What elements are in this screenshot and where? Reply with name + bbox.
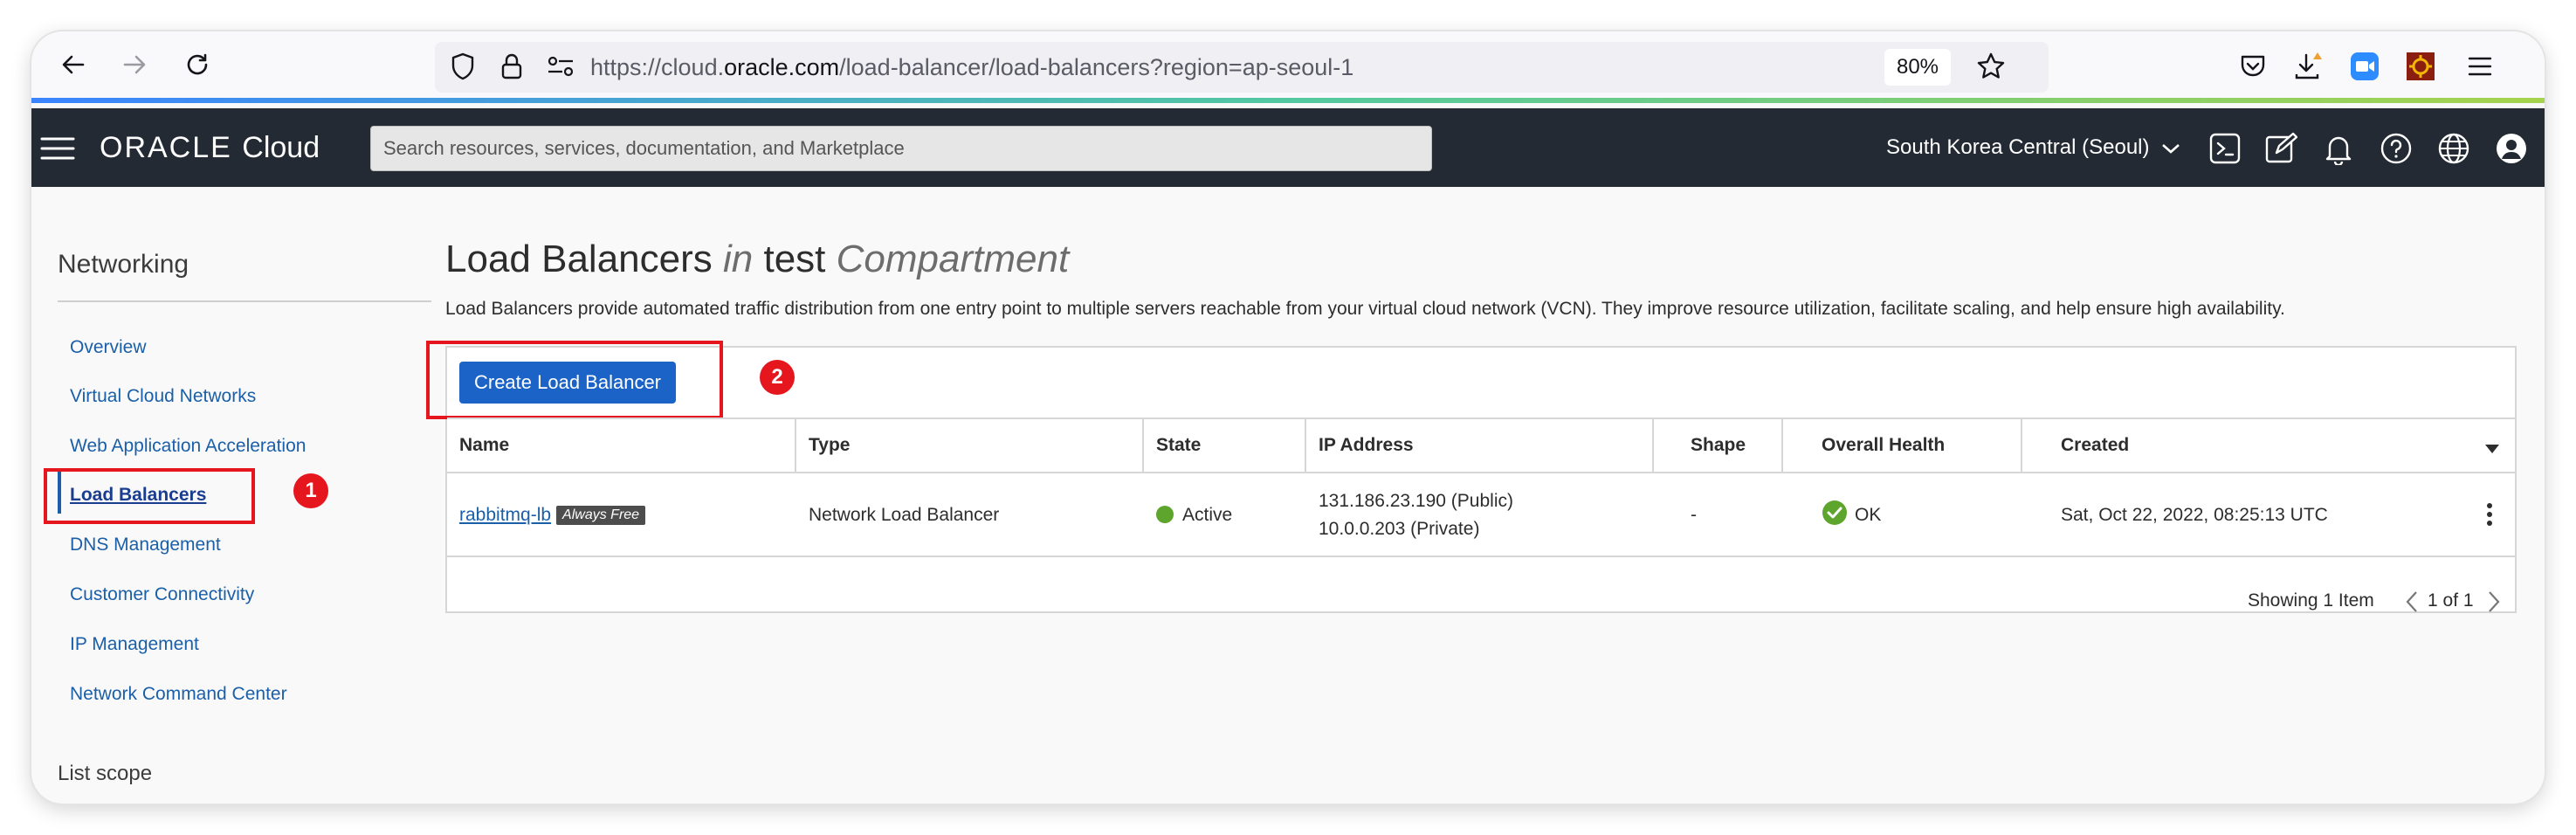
- browser-toolbar: https://cloud.oracle.com/load-balancer/l…: [31, 31, 2545, 103]
- active-status-dot: [1156, 506, 1174, 523]
- lb-shape-cell: -: [1691, 505, 1697, 525]
- lb-state-cell: Active: [1156, 505, 1232, 526]
- sidebar-item-ip-management[interactable]: IP Management: [70, 634, 199, 655]
- annotation-number-2: 2: [760, 360, 795, 395]
- sidebar-item-network-command-center[interactable]: Network Command Center: [70, 684, 287, 705]
- column-header-shape[interactable]: Shape: [1691, 419, 1746, 472]
- permissions-icon[interactable]: [541, 47, 580, 86]
- lb-ip-public: 131.186.23.190 (Public): [1319, 491, 1513, 511]
- column-header-name[interactable]: Name: [459, 419, 509, 472]
- browser-window: https://cloud.oracle.com/load-balancer/l…: [31, 31, 2545, 804]
- health-ok-check-icon: [1822, 500, 1847, 525]
- previous-page-icon[interactable]: [2405, 590, 2419, 618]
- loading-accent-line: [31, 98, 2545, 103]
- help-icon[interactable]: [2377, 129, 2415, 168]
- column-header-created[interactable]: Created: [2061, 419, 2129, 472]
- extension-icon[interactable]: [2401, 47, 2440, 86]
- lb-created-cell: Sat, Oct 22, 2022, 08:25:13 UTC: [2061, 505, 2328, 525]
- pocket-icon[interactable]: [2234, 47, 2272, 86]
- profile-avatar-icon[interactable]: [2492, 129, 2531, 168]
- forward-icon[interactable]: [115, 45, 154, 84]
- lb-type-cell: Network Load Balancer: [809, 505, 1000, 525]
- language-globe-icon[interactable]: [2435, 129, 2473, 168]
- oci-header: ORACLE Cloud Search resources, services,…: [31, 108, 2545, 187]
- annotation-box-1: [44, 468, 255, 524]
- hamburger-menu-icon[interactable]: [40, 131, 75, 166]
- list-scope-heading: List scope: [58, 762, 153, 785]
- pagination-label: 1 of 1: [2428, 590, 2474, 611]
- table-row: rabbitmq-lb Always Free Network Load Bala…: [447, 473, 2515, 557]
- sidebar-divider: [58, 300, 431, 302]
- lock-icon[interactable]: [492, 47, 531, 86]
- annotation-box-2: [426, 341, 723, 419]
- column-header-state[interactable]: State: [1156, 419, 1201, 472]
- column-header-type[interactable]: Type: [809, 419, 850, 472]
- search-input[interactable]: Search resources, services, documentatio…: [370, 126, 1432, 171]
- column-header-overall-health[interactable]: Overall Health: [1822, 419, 1945, 472]
- downloads-icon[interactable]: [2290, 47, 2328, 86]
- sort-descending-icon[interactable]: [2485, 442, 2499, 458]
- showing-items-count: Showing 1 Item: [2248, 590, 2374, 611]
- row-actions-kebab-icon[interactable]: [2485, 501, 2494, 532]
- page-title: Load Balancers in test Compartment: [445, 238, 1070, 280]
- back-icon[interactable]: [54, 45, 93, 84]
- page-description: Load Balancers provide automated traffic…: [445, 299, 2285, 319]
- sidebar-title: Networking: [58, 250, 189, 279]
- annotation-number-1: 1: [293, 473, 328, 508]
- sidebar-item-overview[interactable]: Overview: [70, 337, 147, 358]
- lb-name-link[interactable]: rabbitmq-lb: [459, 505, 551, 525]
- shield-icon[interactable]: [444, 47, 482, 86]
- always-free-badge: Always Free: [556, 506, 646, 525]
- zoom-level[interactable]: 80%: [1884, 49, 1951, 86]
- lb-ip-private: 10.0.0.203 (Private): [1319, 519, 1480, 539]
- bookmark-star-icon[interactable]: [1972, 47, 2010, 86]
- sidebar-item-customer-connectivity[interactable]: Customer Connectivity: [70, 584, 254, 605]
- sidebar-item-virtual-cloud-networks[interactable]: Virtual Cloud Networks: [70, 386, 256, 407]
- sidebar-item-dns-management[interactable]: DNS Management: [70, 535, 221, 556]
- url-text[interactable]: https://cloud.oracle.com/load-balancer/l…: [590, 31, 1353, 103]
- chevron-down-icon: [2162, 143, 2180, 154]
- lb-name-cell: rabbitmq-lb Always Free: [459, 505, 646, 526]
- notification-bell-icon[interactable]: [2319, 129, 2358, 168]
- cloud-shell-icon[interactable]: [2206, 129, 2244, 168]
- lb-health-cell: OK: [1822, 500, 1881, 526]
- oracle-cloud-logo[interactable]: ORACLE Cloud: [100, 108, 320, 187]
- reload-icon[interactable]: [178, 45, 217, 84]
- menu-icon[interactable]: [2461, 47, 2499, 86]
- zoom-app-icon[interactable]: [2345, 47, 2384, 86]
- sidebar-item-web-application-acceleration[interactable]: Web Application Acceleration: [70, 436, 306, 457]
- edit-announcement-icon[interactable]: [2262, 129, 2300, 168]
- region-selector[interactable]: South Korea Central (Seoul): [1886, 108, 2181, 187]
- next-page-icon[interactable]: [2487, 590, 2501, 618]
- table-header: Name Type State IP Address Shape Overall…: [447, 418, 2515, 473]
- column-header-ip-address[interactable]: IP Address: [1319, 419, 1414, 472]
